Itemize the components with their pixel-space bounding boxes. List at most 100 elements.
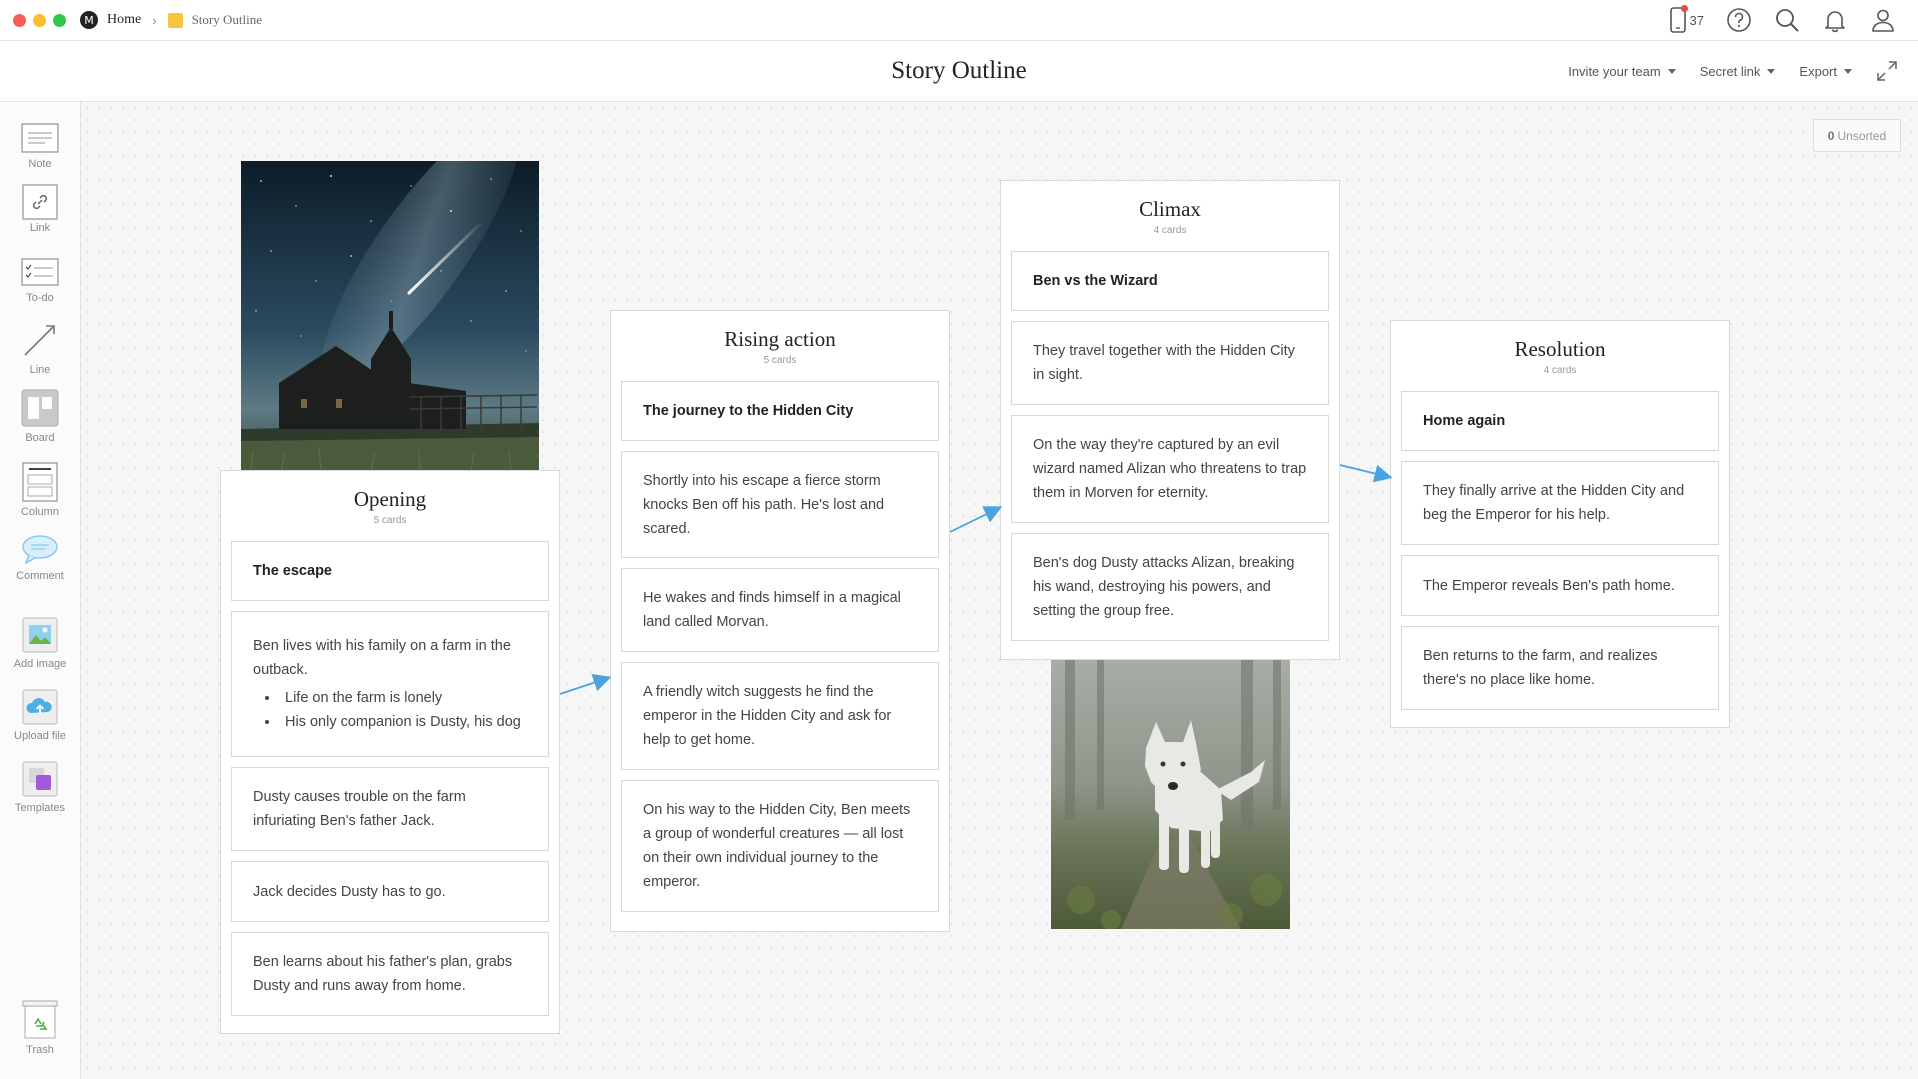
column-card-count: 4 cards <box>1543 365 1577 376</box>
card-bullet: Life on the farm is lonely <box>280 686 527 710</box>
unsorted-button[interactable]: 0 Unsorted <box>1813 119 1901 152</box>
upload-icon <box>22 689 58 725</box>
tool-upload-file[interactable]: Upload file <box>0 688 80 742</box>
column-climax[interactable]: Climax 4 cards Ben vs the Wizard They tr… <box>1000 180 1340 660</box>
card[interactable]: Jack decides Dusty has to go. <box>231 861 549 922</box>
close-window-button[interactable] <box>13 14 26 27</box>
night-sky-church-image[interactable] <box>241 161 539 471</box>
card[interactable]: Ben returns to the farm, and realizes th… <box>1401 626 1719 710</box>
tool-link[interactable]: Link <box>0 184 80 234</box>
tool-todo[interactable]: To-do <box>0 256 80 304</box>
tool-label: Trash <box>26 1044 54 1056</box>
card-text: Ben lives with his family on a farm in t… <box>253 638 511 678</box>
column-title: Opening <box>353 487 427 511</box>
tool-sidebar: Note Link To-do Line Board Column Commen… <box>0 102 81 1079</box>
tool-label: Comment <box>16 570 64 582</box>
invite-team-button[interactable]: Invite your team <box>1568 64 1676 79</box>
card[interactable]: They finally arrive at the Hidden City a… <box>1401 461 1719 545</box>
card[interactable]: Ben lives with his family on a farm in t… <box>231 611 549 757</box>
tool-label: Column <box>21 506 59 518</box>
notifications-button[interactable] <box>1822 7 1848 33</box>
column-opening[interactable]: Opening 5 cards The escape Ben lives wit… <box>220 470 560 1034</box>
card-bullet-list: Life on the farm is lonely His only comp… <box>253 686 527 734</box>
column-card-count: 5 cards <box>763 355 797 366</box>
tool-column[interactable]: Column <box>0 462 80 518</box>
breadcrumb: M Home › Story Outline <box>80 0 262 40</box>
templates-icon <box>22 761 58 797</box>
card[interactable]: On his way to the Hidden City, Ben meets… <box>621 780 939 912</box>
trash-button[interactable]: Trash <box>0 1000 80 1056</box>
column-title: Rising action <box>724 327 836 351</box>
column-card-count: 5 cards <box>373 515 407 526</box>
tool-label: Link <box>29 222 51 234</box>
maximize-window-button[interactable] <box>53 14 66 27</box>
tool-label: Templates <box>14 802 66 814</box>
unsorted-label: Unsorted <box>1837 128 1887 143</box>
card-heading[interactable]: Home again <box>1401 391 1719 451</box>
device-count: 37 <box>1689 12 1704 28</box>
note-icon <box>21 123 59 153</box>
card-heading[interactable]: Ben vs the Wizard <box>1011 251 1329 311</box>
card[interactable]: Ben learns about his father's plan, grab… <box>231 932 549 1016</box>
tool-label: Add image <box>13 658 67 670</box>
board-color-icon <box>167 12 183 28</box>
export-button[interactable]: Export <box>1799 64 1852 79</box>
bell-icon <box>1825 11 1845 33</box>
column-title: Resolution <box>1514 337 1606 361</box>
tool-add-image[interactable]: Add image <box>0 616 80 670</box>
card-bullet: His only companion is Dusty, his dog <box>280 710 527 734</box>
help-icon <box>1727 8 1751 32</box>
card[interactable]: On the way they're captured by an evil w… <box>1011 415 1329 523</box>
column-resolution[interactable]: Resolution 4 cards Home again They final… <box>1390 320 1730 728</box>
secret-link-label: Secret link <box>1699 63 1761 79</box>
card[interactable]: Ben's dog Dusty attacks Alizan, breaking… <box>1011 533 1329 641</box>
tool-label: Board <box>25 432 55 444</box>
tool-label: Line <box>29 364 51 376</box>
account-button[interactable] <box>1870 7 1896 33</box>
white-wolf-image <box>1051 660 1290 929</box>
tool-comment[interactable]: Comment <box>0 534 80 582</box>
column-card-count: 4 cards <box>1153 225 1187 236</box>
tool-board[interactable]: Board <box>0 388 80 444</box>
help-button[interactable] <box>1726 7 1752 33</box>
column-rising-action[interactable]: Rising action 5 cards The journey to the… <box>610 310 950 932</box>
card[interactable]: Dusty causes trouble on the farm infuria… <box>231 767 549 851</box>
white-wolf-image[interactable] <box>1051 660 1290 929</box>
export-label: Export <box>1799 63 1837 79</box>
image-icon <box>22 617 58 653</box>
card[interactable]: A friendly witch suggests he find the em… <box>621 662 939 770</box>
card[interactable]: Shortly into his escape a fierce storm k… <box>621 451 939 558</box>
breadcrumb-home[interactable]: Home <box>107 12 141 28</box>
app-logo-icon[interactable]: M <box>80 11 98 29</box>
card[interactable]: The Emperor reveals Ben's path home. <box>1401 555 1719 616</box>
link-icon <box>22 184 58 220</box>
chevron-right-icon: › <box>152 12 157 28</box>
column-title: Climax <box>1139 197 1201 221</box>
todo-icon <box>21 258 59 286</box>
breadcrumb-board[interactable]: Story Outline <box>192 12 262 28</box>
fullscreen-button[interactable] <box>1876 60 1898 82</box>
column-icon <box>22 462 58 502</box>
tool-line[interactable]: Line <box>0 320 80 376</box>
card-heading[interactable]: The journey to the Hidden City <box>621 381 939 441</box>
device-button[interactable]: 37 <box>1669 5 1704 33</box>
unsorted-count: 0 <box>1827 128 1835 143</box>
secret-link-button[interactable]: Secret link <box>1700 64 1776 79</box>
minimize-window-button[interactable] <box>33 14 46 27</box>
tool-templates[interactable]: Templates <box>0 760 80 814</box>
comment-icon <box>22 535 58 565</box>
tool-note[interactable]: Note <box>0 122 80 170</box>
card[interactable]: They travel together with the Hidden Cit… <box>1011 321 1329 405</box>
search-button[interactable] <box>1774 7 1800 33</box>
board-header: Story Outline Invite your team Secret li… <box>0 41 1918 102</box>
tool-label: Upload file <box>14 730 66 742</box>
invite-team-label: Invite your team <box>1568 63 1661 79</box>
tool-label: Note <box>28 158 52 170</box>
card[interactable]: He wakes and finds himself in a magical … <box>621 568 939 652</box>
trash-icon <box>22 1000 58 1039</box>
expand-icon <box>1877 61 1897 81</box>
night-sky-church-image <box>241 161 539 471</box>
chevron-down-icon <box>1667 68 1676 74</box>
notification-dot <box>1680 5 1688 12</box>
card-heading[interactable]: The escape <box>231 541 549 601</box>
